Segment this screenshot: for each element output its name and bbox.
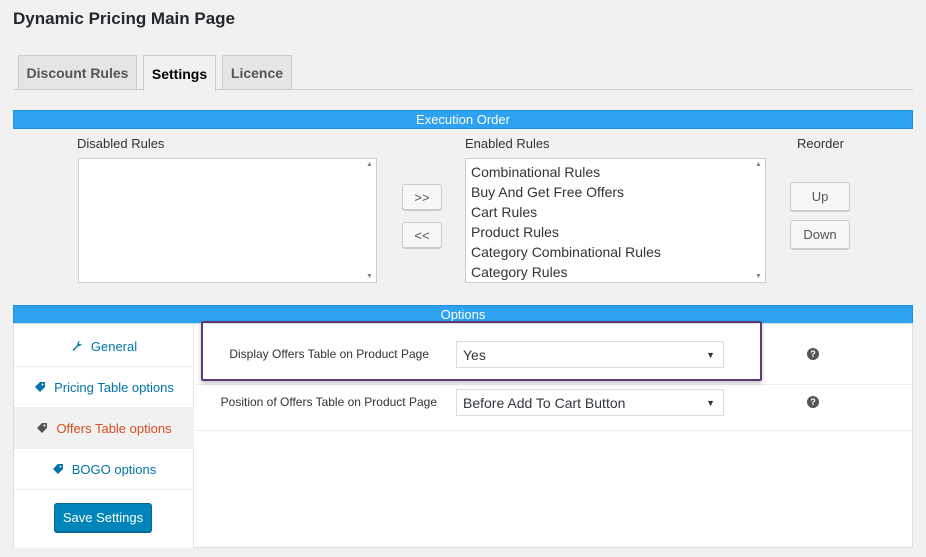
- move-up-button[interactable]: Up: [790, 182, 850, 211]
- enabled-rules-scrollbar[interactable]: ▲ ▼: [752, 159, 765, 282]
- chevron-down-icon: ▼: [706, 398, 715, 408]
- tab-discount-rules[interactable]: Discount Rules: [18, 55, 137, 90]
- sidebar-item-general[interactable]: General: [14, 326, 194, 367]
- tab-licence[interactable]: Licence: [222, 55, 292, 90]
- wrench-icon: [72, 341, 82, 351]
- sidebar-item-offers-table[interactable]: Offers Table options: [14, 408, 194, 449]
- enabled-rules-label: Enabled Rules: [465, 136, 550, 151]
- sidebar-item-label: BOGO options: [71, 461, 157, 477]
- tab-settings[interactable]: Settings: [143, 55, 216, 91]
- tag-icon: [37, 423, 48, 433]
- move-left-button[interactable]: <<: [402, 222, 442, 248]
- offers-table-position-label: Position of Offers Table on Product Page: [220, 395, 437, 409]
- reorder-label: Reorder: [797, 136, 844, 151]
- disabled-rules-label: Disabled Rules: [77, 136, 165, 151]
- move-down-button[interactable]: Down: [790, 220, 850, 249]
- move-right-button[interactable]: >>: [402, 184, 442, 210]
- scroll-up-icon[interactable]: ▲: [752, 161, 765, 168]
- page-title: Dynamic Pricing Main Page: [13, 9, 236, 28]
- tag-icon: [35, 382, 46, 392]
- help-icon[interactable]: ?: [807, 396, 819, 408]
- offers-table-position-select[interactable]: Before Add To Cart Button ▼: [456, 389, 724, 416]
- sidebar-item-label: Pricing Table options: [54, 379, 174, 395]
- list-item[interactable]: Category Rules: [471, 262, 751, 282]
- save-settings-button[interactable]: Save Settings: [54, 503, 152, 532]
- disabled-rules-list[interactable]: ▲ ▼: [78, 158, 377, 283]
- sidebar-item-bogo[interactable]: BOGO options: [14, 449, 194, 490]
- list-item[interactable]: Combinational Rules: [471, 162, 751, 182]
- sidebar-item-label: General: [90, 338, 138, 354]
- tag-icon: [52, 464, 63, 474]
- list-item[interactable]: Category Combinational Rules: [471, 242, 751, 262]
- sidebar-item-label: Offers Table options: [56, 420, 172, 436]
- select-value: Before Add To Cart Button: [463, 394, 626, 411]
- scroll-down-icon[interactable]: ▼: [752, 273, 765, 280]
- disabled-rules-scrollbar[interactable]: ▲ ▼: [363, 159, 376, 282]
- list-item[interactable]: Cart Rules: [471, 202, 751, 222]
- list-item[interactable]: Buy And Get Free Offers: [471, 182, 751, 202]
- scroll-up-icon[interactable]: ▲: [363, 161, 376, 168]
- highlight-box: [201, 321, 762, 381]
- row-divider: [195, 384, 912, 385]
- list-item[interactable]: Product Rules: [471, 222, 751, 242]
- scroll-down-icon[interactable]: ▼: [363, 273, 376, 280]
- help-icon[interactable]: ?: [807, 348, 819, 360]
- execution-order-header: Execution Order: [13, 110, 913, 129]
- row-divider: [195, 430, 912, 431]
- enabled-rules-list[interactable]: Combinational Rules Buy And Get Free Off…: [465, 158, 766, 283]
- sidebar-item-pricing-table[interactable]: Pricing Table options: [14, 367, 194, 408]
